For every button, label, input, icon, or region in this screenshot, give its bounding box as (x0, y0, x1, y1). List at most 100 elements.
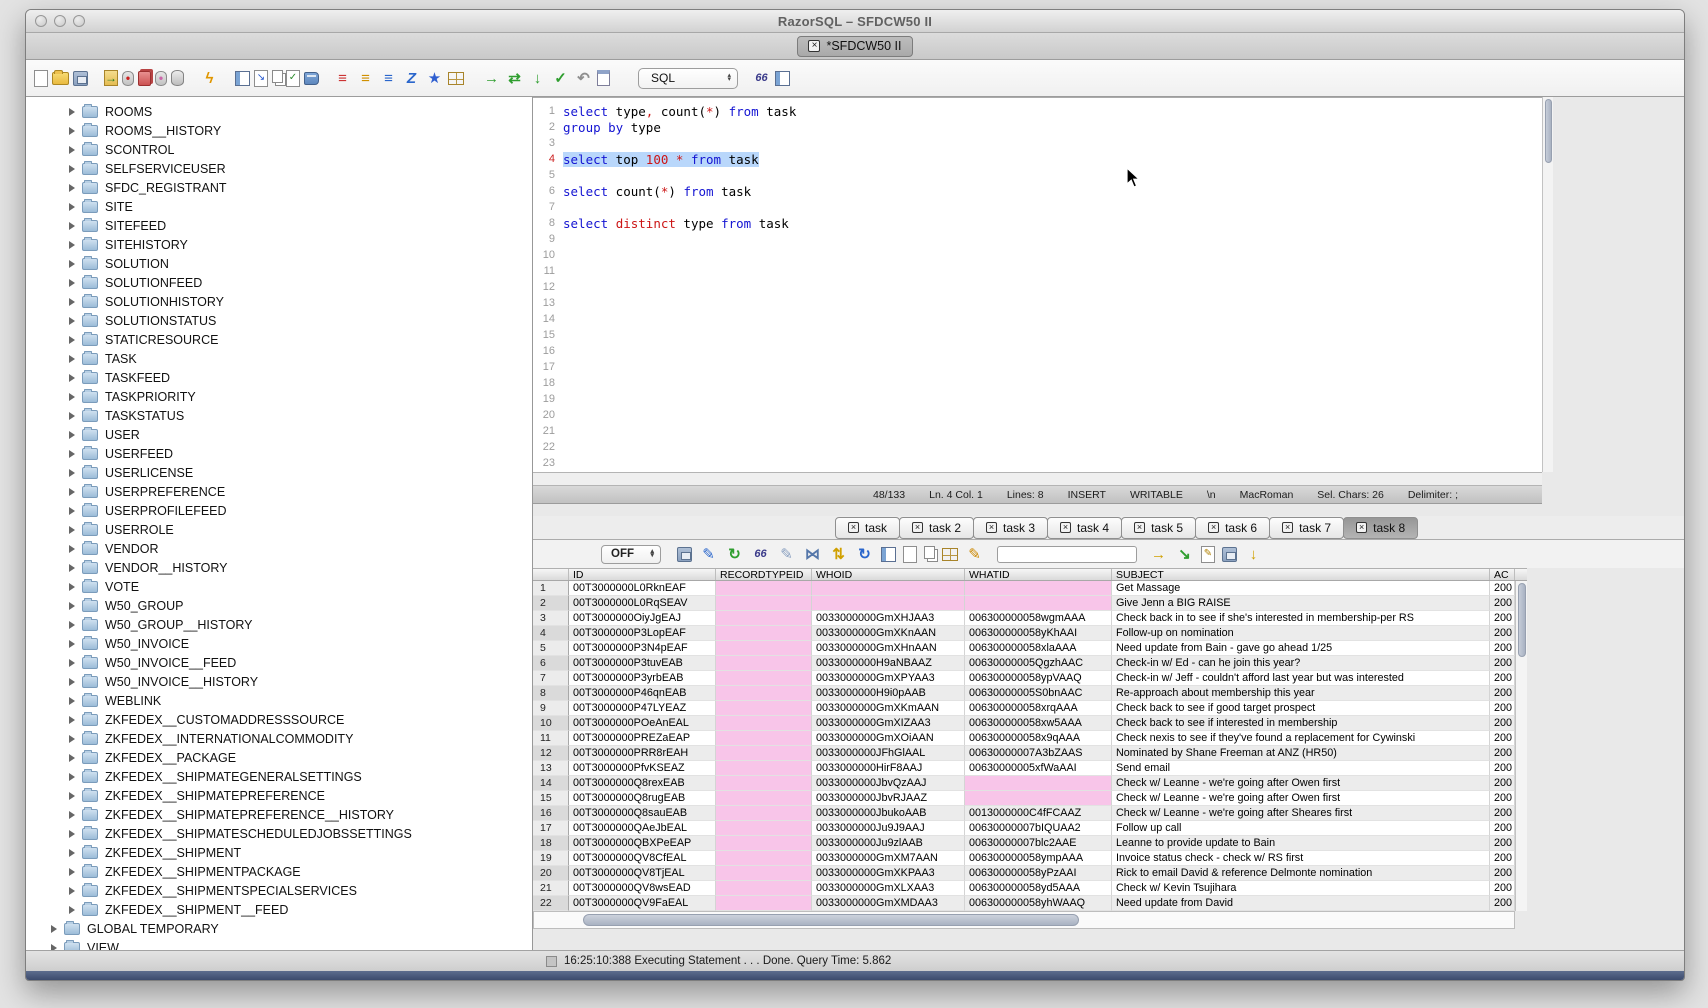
cell-whoid[interactable] (812, 596, 965, 611)
cell-whoid[interactable]: 0033000000GmXM7AAN (812, 851, 965, 866)
cell-ac[interactable]: 200 (1490, 611, 1515, 626)
cell-recordtypeid[interactable] (716, 641, 812, 656)
filter-icon[interactable]: ✎ (699, 545, 718, 563)
expand-triangle-icon[interactable] (69, 374, 75, 382)
expand-triangle-icon[interactable] (69, 735, 75, 743)
tree-item-taskfeed[interactable]: TASKFEED (26, 368, 532, 387)
cell-subject[interactable]: Rick to email David & reference Delmonte… (1112, 866, 1490, 881)
go-icon[interactable]: → (482, 69, 501, 87)
cell-subject[interactable]: Check w/ Kevin Tsujihara (1112, 881, 1490, 896)
expand-triangle-icon[interactable] (69, 146, 75, 154)
expand-triangle-icon[interactable] (51, 925, 57, 933)
rollback-icon[interactable] (138, 71, 151, 86)
connect-icon[interactable]: → (104, 70, 118, 86)
tree-item-view[interactable]: VIEW (26, 938, 532, 950)
tree-item-zkfedex-shipmatepreference-history[interactable]: ZKFEDEX__SHIPMATEPREFERENCE__HISTORY (26, 805, 532, 824)
cell-whatid[interactable]: 006300000058ypVAAQ (965, 671, 1112, 686)
result-tab-task-8[interactable]: task 8 (1343, 517, 1418, 539)
expand-triangle-icon[interactable] (69, 298, 75, 306)
cell-subject[interactable]: Give Jenn a BIG RAISE (1112, 596, 1490, 611)
open-file-icon[interactable] (52, 72, 69, 85)
expand-triangle-icon[interactable] (69, 355, 75, 363)
cell-subject[interactable]: Check w/ Leanne - we're going after Owen… (1112, 776, 1490, 791)
cell-whatid[interactable] (965, 596, 1112, 611)
edit-sql-icon[interactable]: ✎ (1201, 546, 1215, 563)
describe-icon[interactable]: ✓ (286, 70, 300, 87)
cell-ac[interactable]: 200 (1490, 716, 1515, 731)
tree-item-userlicense[interactable]: USERLICENSE (26, 463, 532, 482)
tree-item-zkfedex-customaddresssource[interactable]: ZKFEDEX__CUSTOMADDRESSSOURCE (26, 710, 532, 729)
expand-triangle-icon[interactable] (69, 412, 75, 420)
cell-ac[interactable]: 200 (1490, 866, 1515, 881)
cell-whoid[interactable]: 0033000000JbvQzAAJ (812, 776, 965, 791)
documentation-icon[interactable] (304, 72, 319, 85)
cell-ac[interactable]: 200 (1490, 746, 1515, 761)
commit-icon[interactable]: • (122, 71, 134, 86)
cell-whatid[interactable]: 0013000000C4fFCAAZ (965, 806, 1112, 821)
tree-item-site[interactable]: SITE (26, 197, 532, 216)
cell-id[interactable]: 00T3000000QV8wsEAD (569, 881, 716, 896)
editor-horizontal-scrollbar[interactable] (533, 472, 1542, 486)
close-tab-icon[interactable] (848, 522, 859, 533)
execute-sql-icon[interactable]: ϟ (200, 69, 219, 87)
transpose-icon[interactable] (942, 548, 958, 561)
expand-triangle-icon[interactable] (69, 260, 75, 268)
document-tab[interactable]: *SFDCW50 II (797, 36, 912, 57)
cell-ac[interactable]: 200 (1490, 761, 1515, 776)
close-tab-icon[interactable] (1134, 522, 1145, 533)
tree-item-weblink[interactable]: WEBLINK (26, 691, 532, 710)
tree-item-user[interactable]: USER (26, 425, 532, 444)
cell-whoid[interactable]: 0033000000JbukoAAB (812, 806, 965, 821)
cell-ac[interactable]: 200 (1490, 791, 1515, 806)
validate-icon[interactable]: ✓ (551, 69, 570, 87)
cell-recordtypeid[interactable] (716, 701, 812, 716)
switch-connection-icon[interactable]: ⇄ (505, 69, 524, 87)
cell-subject[interactable]: Need update from David (1112, 896, 1490, 911)
cell-whoid[interactable]: 0033000000Ju9zlAAB (812, 836, 965, 851)
cell-ac[interactable]: 200 (1490, 641, 1515, 656)
tree-item-global-temporary[interactable]: GLOBAL TEMPORARY (26, 919, 532, 938)
limit-select[interactable]: OFF (601, 545, 661, 564)
expand-triangle-icon[interactable] (69, 431, 75, 439)
cell-id[interactable]: 00T3000000QBXPeEAP (569, 836, 716, 851)
tree-item-rooms-history[interactable]: ROOMS__HISTORY (26, 121, 532, 140)
expand-triangle-icon[interactable] (69, 127, 75, 135)
close-document-icon[interactable] (808, 40, 820, 52)
tree-item-zkfedex-shipment[interactable]: ZKFEDEX__SHIPMENT (26, 843, 532, 862)
tree-item-rooms[interactable]: ROOMS (26, 102, 532, 121)
cell-id[interactable]: 00T3000000P47LYEAZ (569, 701, 716, 716)
cell-id[interactable]: 00T3000000L0RknEAF (569, 581, 716, 596)
cell-recordtypeid[interactable] (716, 896, 812, 911)
cell-id[interactable]: 00T3000000QV8CfEAL (569, 851, 716, 866)
copy-grid-icon[interactable] (924, 546, 935, 559)
column-header-recordtypeid[interactable]: RECORDTYPEID (716, 569, 812, 580)
cell-ac[interactable]: 200 (1490, 701, 1515, 716)
cell-id[interactable]: 00T3000000L0RqSEAV (569, 596, 716, 611)
column-header-ac[interactable]: AC (1490, 569, 1515, 580)
tree-item-w50-invoice[interactable]: W50_INVOICE (26, 634, 532, 653)
close-tab-icon[interactable] (1282, 522, 1293, 533)
close-tab-icon[interactable] (986, 522, 997, 533)
close-tab-icon[interactable] (1060, 522, 1071, 533)
expand-triangle-icon[interactable] (69, 621, 75, 629)
expand-triangle-icon[interactable] (69, 393, 75, 401)
cell-ac[interactable]: 200 (1490, 731, 1515, 746)
tree-item-vendor[interactable]: VENDOR (26, 539, 532, 558)
cell-id[interactable]: 00T3000000Q8rugEAB (569, 791, 716, 806)
cell-whatid[interactable]: 006300000058x9qAAA (965, 731, 1112, 746)
expand-triangle-icon[interactable] (69, 792, 75, 800)
cell-whoid[interactable]: 0033000000HirF8AAJ (812, 761, 965, 776)
cell-recordtypeid[interactable] (716, 686, 812, 701)
database-icon[interactable] (171, 70, 184, 86)
expand-triangle-icon[interactable] (69, 583, 75, 591)
tree-item-solutionhistory[interactable]: SOLUTIONHISTORY (26, 292, 532, 311)
tree-item-userrole[interactable]: USERROLE (26, 520, 532, 539)
title-bar[interactable]: RazorSQL – SFDCW50 II (26, 10, 1684, 33)
cell-subject[interactable]: Follow up call (1112, 821, 1490, 836)
cell-subject[interactable]: Check back to see if interested in membe… (1112, 716, 1490, 731)
cell-whatid[interactable]: 006300000058xw5AAA (965, 716, 1112, 731)
expand-triangle-icon[interactable] (69, 564, 75, 572)
edit-table-icon[interactable] (235, 71, 250, 86)
cell-id[interactable]: 00T3000000P3N4pEAF (569, 641, 716, 656)
cell-subject[interactable]: Check-in w/ Ed - can he join this year? (1112, 656, 1490, 671)
